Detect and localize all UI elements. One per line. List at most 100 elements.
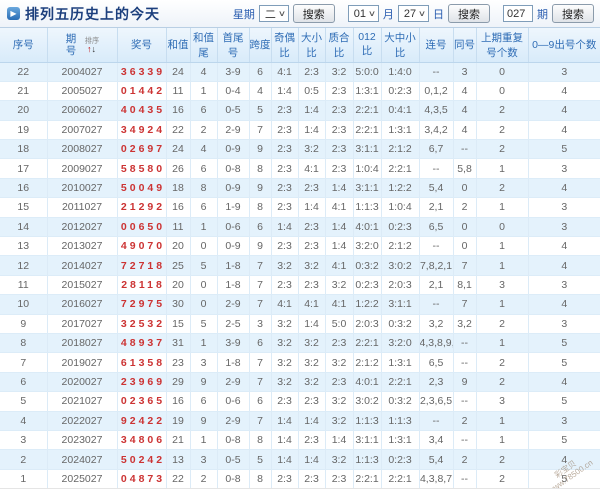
table-row: 18 2008027 02697 24 4 0-9 9 2:3 3:2 2:3 …	[0, 139, 600, 160]
cell-big-small: 2:3	[298, 62, 326, 82]
cell-digit-count: 4	[528, 372, 600, 393]
cell-big-mid-small: 1:2:2	[381, 178, 420, 199]
cell-prize-number: 00650	[117, 217, 167, 238]
cell-first-last: 1-8	[217, 275, 250, 296]
cell-consecutive: 2,3,6,5	[419, 391, 454, 412]
weekday-select[interactable]: 二 ∨	[258, 5, 289, 22]
cell-digit-count: 3	[528, 411, 600, 431]
cell-012: 3:1:1	[353, 139, 382, 160]
cell-consecutive: 6,5	[419, 352, 454, 373]
cell-serial: 2	[0, 449, 48, 470]
cell-odd-even: 1:4	[271, 430, 299, 451]
cell-issue: 2007027	[47, 120, 118, 141]
cell-big-small: 2:3	[298, 217, 326, 238]
cell-sum: 18	[166, 178, 191, 199]
cell-issue: 2024027	[47, 449, 118, 470]
cell-sum: 22	[166, 120, 191, 141]
cell-digit-count: 5	[528, 391, 600, 412]
cell-same-number: --	[453, 391, 477, 412]
cell-span: 3	[249, 314, 272, 334]
cell-serial: 11	[0, 275, 48, 296]
cell-sum: 26	[166, 158, 191, 179]
cell-span: 6	[249, 62, 272, 82]
cell-same-number: 5,8	[453, 158, 477, 179]
table-row: 17 2009027 58580 26 6 0-8 8 2:3 4:1 2:3 …	[0, 158, 600, 179]
issue-search-button[interactable]: 搜索	[552, 4, 594, 23]
cell-big-small: 1:4	[298, 314, 326, 334]
cell-big-small: 4:1	[298, 158, 326, 179]
cell-sum: 13	[166, 449, 191, 470]
cell-sum: 23	[166, 352, 191, 373]
cell-span: 9	[249, 236, 272, 257]
cell-issue: 2017027	[47, 314, 118, 334]
cell-big-small: 1:4	[298, 100, 326, 121]
cell-prize-number: 48937	[117, 333, 167, 354]
cell-odd-even: 2:3	[271, 100, 299, 121]
cell-prize-number: 50049	[117, 178, 167, 199]
cell-prime-composite: 3:2	[325, 62, 354, 82]
weekday-search-button[interactable]: 搜索	[292, 4, 335, 23]
month-select[interactable]: 01 ∨	[347, 5, 379, 22]
cell-consecutive: 4,3,8,7	[419, 469, 454, 488]
cell-digit-count: 5	[528, 469, 600, 488]
cell-digit-count: 4	[528, 449, 600, 470]
history-table: 序号 期号 排序 ↑↓ 奖号 和值 和值尾 首尾号 跨度 奇偶比 大小比 质合比…	[0, 28, 600, 488]
cell-issue: 2009027	[47, 158, 118, 179]
cell-prime-composite: 4:1	[325, 197, 354, 218]
cell-big-mid-small: 1:3:1	[381, 120, 420, 141]
cell-digit-count: 4	[528, 236, 600, 257]
cell-span: 9	[249, 139, 272, 160]
cell-prime-composite: 2:3	[325, 120, 354, 141]
issue-sort-control[interactable]: 排序 ↑↓	[84, 36, 100, 54]
cell-sum: 15	[166, 314, 191, 334]
col-header-012: 012比	[353, 28, 382, 63]
cell-prize-number: 34806	[117, 430, 167, 451]
cell-first-last: 3-9	[217, 333, 250, 354]
cell-issue: 2004027	[47, 62, 118, 82]
cell-serial: 16	[0, 178, 48, 199]
cell-serial: 14	[0, 217, 48, 238]
cell-consecutive: 5,4	[419, 178, 454, 199]
weekday-search-group: 星期 二 ∨ 搜索	[233, 4, 335, 23]
cell-sum: 22	[166, 469, 191, 488]
cell-digit-count: 4	[528, 294, 600, 315]
cell-big-small: 3:2	[298, 333, 326, 354]
cell-serial: 1	[0, 469, 48, 488]
cell-digit-count: 3	[528, 217, 600, 238]
cell-first-last: 0-8	[217, 469, 250, 488]
cell-prime-composite: 3:2	[325, 275, 354, 296]
weekday-select-value: 二	[264, 8, 276, 21]
cell-sum-tail: 1	[190, 81, 218, 102]
cell-serial: 22	[0, 62, 48, 82]
date-search-button[interactable]: 搜索	[448, 4, 490, 23]
cell-consecutive: 6,5	[419, 217, 454, 238]
sort-descending-icon[interactable]: ↓	[92, 44, 97, 54]
cell-012: 1:0:4	[353, 158, 382, 179]
cell-same-number: --	[453, 352, 477, 373]
cell-same-number: 0	[453, 236, 477, 257]
day-select[interactable]: 27 ∨	[397, 5, 429, 22]
cell-sum-tail: 6	[190, 100, 218, 121]
cell-prize-number: 32532	[117, 314, 167, 334]
date-search-group: 01 ∨ 月 27 ∨ 日 搜索	[347, 4, 490, 23]
cell-big-mid-small: 0:3:2	[381, 314, 420, 334]
cell-digit-count: 5	[528, 430, 600, 451]
cell-odd-even: 1:4	[271, 81, 299, 102]
cell-prize-number: 72975	[117, 294, 167, 315]
cell-prime-composite: 2:3	[325, 81, 354, 102]
cell-odd-even: 1:4	[271, 449, 299, 470]
cell-odd-even: 3:2	[271, 333, 299, 354]
cell-sum-tail: 1	[190, 217, 218, 238]
cell-012: 3:1:1	[353, 178, 382, 199]
cell-sum-tail: 5	[190, 314, 218, 334]
issue-number-input[interactable]	[503, 5, 533, 22]
day-label: 日	[433, 8, 444, 21]
col-header-sum-tail: 和值尾	[190, 28, 218, 63]
cell-prize-number: 92422	[117, 411, 167, 431]
cell-digit-count: 4	[528, 81, 600, 102]
cell-first-last: 0-8	[217, 158, 250, 179]
cell-sum: 30	[166, 294, 191, 315]
cell-sum: 11	[166, 217, 191, 238]
cell-odd-even: 2:3	[271, 139, 299, 160]
cell-prime-composite: 1:4	[325, 217, 354, 238]
